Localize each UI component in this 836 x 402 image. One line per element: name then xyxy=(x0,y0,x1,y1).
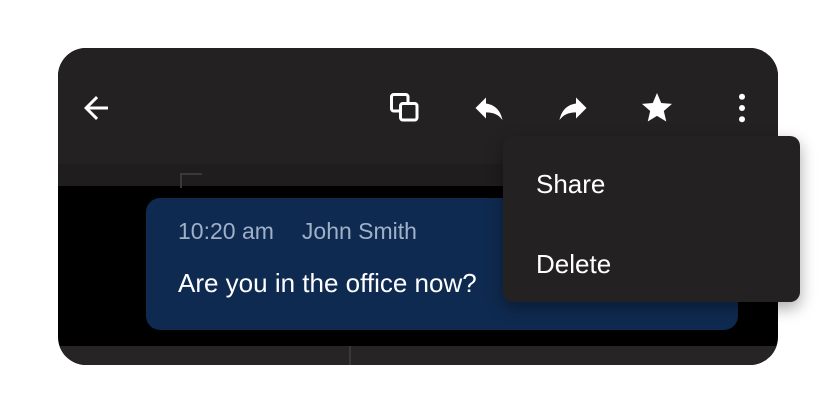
forward-button[interactable] xyxy=(553,88,593,128)
message-time: 10:20 am xyxy=(178,218,274,244)
copy-button[interactable] xyxy=(385,88,425,128)
strip-decoration xyxy=(180,173,202,188)
reply-icon xyxy=(475,97,503,120)
composer-divider xyxy=(349,346,351,365)
more-options-button[interactable] xyxy=(722,88,762,128)
message-author: John Smith xyxy=(301,218,417,244)
menu-item-delete[interactable]: Delete xyxy=(503,228,800,300)
message-text: Are you in the office now? xyxy=(178,268,477,298)
forward-icon xyxy=(559,97,587,120)
reply-button[interactable] xyxy=(469,88,509,128)
composer-strip xyxy=(58,346,778,365)
star-button[interactable] xyxy=(637,88,677,128)
more-vertical-icon xyxy=(739,93,745,123)
back-button[interactable] xyxy=(76,88,116,128)
copy-icon xyxy=(390,93,419,122)
arrow-left-icon xyxy=(84,96,108,120)
star-icon xyxy=(642,93,672,122)
overflow-menu: Share Delete xyxy=(503,136,800,302)
menu-item-share[interactable]: Share xyxy=(503,148,800,220)
message-meta: 10:20 am John Smith xyxy=(178,218,417,245)
